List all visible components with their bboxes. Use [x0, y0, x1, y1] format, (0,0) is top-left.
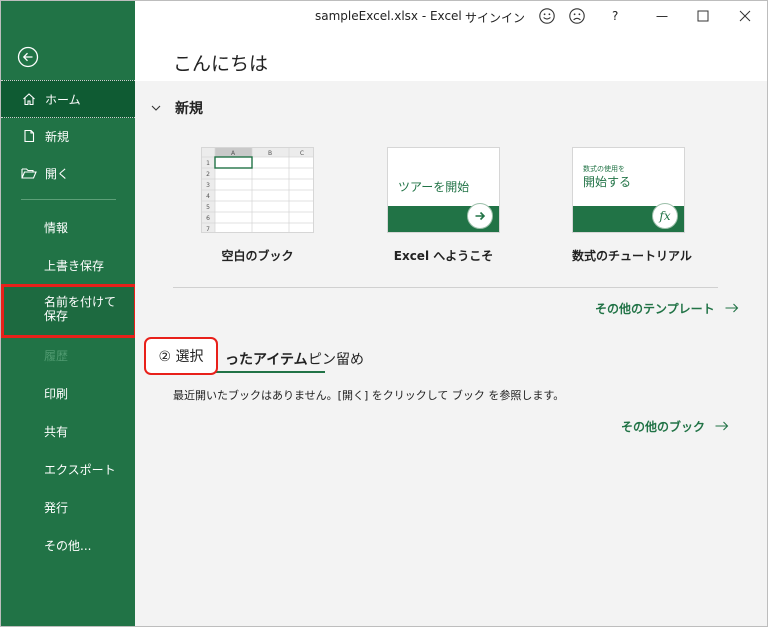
- arrow-right-icon: [715, 417, 729, 435]
- sidebar-item-label: 開く: [45, 166, 70, 181]
- grid-row-header: 6: [206, 215, 210, 222]
- more-templates-label: その他のテンプレート: [595, 301, 715, 316]
- more-books-link[interactable]: その他のブック: [621, 417, 729, 435]
- sidebar-item-more[interactable]: その他...: [1, 526, 135, 564]
- template-label: 空白のブック: [221, 249, 294, 263]
- main-content: 新規 A B C 1 2 3 4 5 6 7 空白のブック ツアーを開始 Exc…: [135, 81, 767, 626]
- frown-feedback-icon[interactable]: [568, 7, 586, 25]
- select-callout: ② 選択: [144, 337, 218, 375]
- template-label: Excel へようこそ: [393, 249, 494, 263]
- grid-col-header: B: [268, 150, 272, 157]
- template-welcome-excel[interactable]: ツアーを開始 Excel へようこそ: [387, 147, 500, 264]
- sidebar-item-label: 印刷: [44, 386, 69, 401]
- blank-workbook-thumbnail: A B C 1 2 3 4 5 6 7: [201, 147, 314, 233]
- thumbnail-text: ツアーを開始: [398, 180, 470, 194]
- sidebar-item-new[interactable]: 新規: [1, 117, 135, 155]
- tab-pinned[interactable]: ピン留め: [308, 349, 364, 369]
- chevron-down-icon: [151, 102, 161, 115]
- page-title: こんにちは: [173, 53, 269, 75]
- sidebar-item-open[interactable]: 開く: [1, 154, 135, 192]
- active-tab-underline: [213, 371, 325, 373]
- fx-icon: fx: [652, 203, 678, 229]
- new-section-title: 新規: [175, 101, 203, 117]
- sign-in-link[interactable]: サインイン: [465, 9, 525, 26]
- new-section-header[interactable]: 新規: [151, 98, 203, 118]
- welcome-thumbnail: ツアーを開始: [387, 147, 500, 233]
- sidebar-item-print[interactable]: 印刷: [1, 374, 135, 412]
- tab-recent[interactable]: ったアイテム: [225, 349, 308, 369]
- new-file-icon: [21, 128, 37, 144]
- home-icon: [21, 91, 37, 107]
- save-as-highlight-box: [1, 284, 137, 338]
- sidebar-item-home[interactable]: ホーム: [1, 80, 135, 118]
- sidebar-item-label: 履歴: [44, 348, 69, 363]
- backstage-sidebar: ホーム 新規 開く 情報 上書き保存 名前を付けて保存 履歴 印刷 共有 エクス…: [1, 1, 137, 626]
- grid-row-header: 1: [206, 160, 210, 167]
- sidebar-item-share[interactable]: 共有: [1, 412, 135, 450]
- sidebar-item-label: その他...: [44, 538, 92, 553]
- sidebar-item-export[interactable]: エクスポート: [1, 450, 135, 488]
- template-formula-tutorial[interactable]: 数式の使用を 開始する fx 数式のチュートリアル: [572, 147, 692, 264]
- maximize-icon[interactable]: [694, 7, 712, 25]
- window-title: sampleExcel.xlsx - Excel: [315, 9, 462, 23]
- smile-feedback-icon[interactable]: [538, 7, 556, 25]
- grid-col-header: C: [300, 150, 304, 157]
- title-bar: sampleExcel.xlsx - Excel サインイン ?: [135, 1, 767, 31]
- close-icon[interactable]: [736, 7, 754, 25]
- sidebar-item-label: 上書き保存: [44, 258, 105, 273]
- sidebar-item-label: エクスポート: [44, 462, 116, 477]
- more-templates-link[interactable]: その他のテンプレート: [595, 299, 739, 317]
- sidebar-item-label: 新規: [45, 129, 70, 144]
- minimize-icon[interactable]: [653, 7, 671, 25]
- sidebar-item-label: 共有: [44, 424, 69, 439]
- help-button[interactable]: ?: [612, 9, 618, 23]
- sidebar-item-save[interactable]: 上書き保存: [1, 246, 135, 284]
- sidebar-item-label: ホーム: [45, 92, 81, 107]
- grid-row-header: 3: [206, 182, 210, 189]
- spreadsheet-grid-icon: A B C 1 2 3 4 5 6 7: [202, 148, 313, 233]
- open-folder-icon: [21, 165, 37, 181]
- section-divider: [173, 287, 718, 288]
- back-arrow-icon[interactable]: [17, 46, 39, 68]
- arrow-right-icon: [725, 299, 739, 317]
- sidebar-item-publish[interactable]: 発行: [1, 488, 135, 526]
- page-header: こんにちは: [135, 31, 767, 81]
- grid-row-header: 7: [206, 226, 210, 233]
- formula-thumbnail: 数式の使用を 開始する fx: [572, 147, 685, 233]
- recent-empty-message: 最近開いたブックはありません。[開く] をクリックして ブック を参照します。: [173, 389, 565, 402]
- sidebar-divider: [21, 199, 116, 200]
- sidebar-item-history: 履歴: [1, 336, 135, 374]
- grid-row-header: 5: [206, 204, 210, 211]
- sidebar-item-info[interactable]: 情報: [1, 208, 135, 246]
- thumbnail-text: 開始する: [583, 175, 632, 189]
- grid-row-header: 2: [206, 171, 210, 178]
- sidebar-item-label: 情報: [44, 220, 69, 235]
- grid-row-header: 4: [206, 193, 210, 200]
- excel-backstage-window: ホーム 新規 開く 情報 上書き保存 名前を付けて保存 履歴 印刷 共有 エクス…: [0, 0, 768, 627]
- template-blank-workbook[interactable]: A B C 1 2 3 4 5 6 7 空白のブック: [201, 147, 314, 264]
- template-label: 数式のチュートリアル: [572, 249, 692, 263]
- arrow-right-icon: [467, 203, 493, 229]
- sidebar-item-label: 発行: [44, 500, 69, 515]
- more-books-label: その他のブック: [621, 419, 706, 434]
